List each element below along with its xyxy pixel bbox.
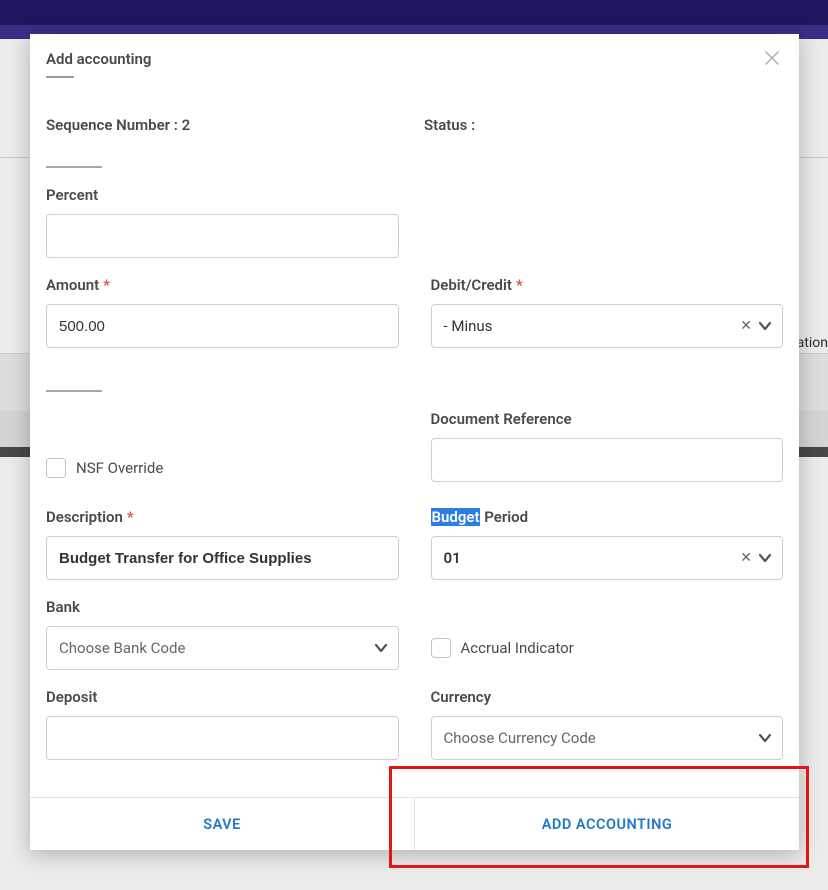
chevron-down-icon [758,321,772,331]
modal-body-scroll[interactable]: Percent Amount* Debit/Credit* - Minus ✕ [30,154,799,797]
deposit-label: Deposit [46,688,399,706]
nsf-override-checkbox[interactable] [46,458,66,478]
description-label: Description* [46,508,399,526]
add-accounting-button[interactable]: ADD ACCOUNTING [414,798,799,850]
budget-period-label: Budget Period [431,508,784,526]
budget-period-label-rest: Period [480,508,528,526]
budget-period-label-highlight: Budget [431,508,481,526]
description-input[interactable] [46,536,399,580]
close-icon[interactable] [765,50,783,68]
save-button[interactable]: SAVE [30,798,414,850]
status-label: Status : [424,116,475,134]
debit-credit-value: - Minus [444,317,493,335]
add-accounting-button-label: ADD ACCOUNTING [542,816,673,833]
modal-header: Add accounting [30,34,799,112]
chevron-down-icon [374,643,388,653]
required-asterisk: * [516,276,523,294]
currency-select[interactable]: Choose Currency Code [431,716,784,760]
modal-title-underline [46,76,74,78]
sequence-number: Sequence Number : 2 [46,116,424,134]
amount-label-text: Amount [46,276,99,294]
description-label-text: Description [46,508,123,526]
debit-credit-select[interactable]: - Minus ✕ [431,304,784,348]
document-reference-input[interactable] [431,438,784,482]
modal-footer: SAVE ADD ACCOUNTING [30,797,799,850]
percent-input[interactable] [46,214,399,258]
modal-subheader: Sequence Number : 2 Status : [46,116,783,134]
save-button-label: SAVE [203,816,241,833]
sequence-label: Sequence Number : [46,116,178,134]
clear-icon[interactable]: ✕ [740,318,752,334]
document-reference-label: Document Reference [431,410,784,428]
nsf-override-label: NSF Override [76,459,163,477]
budget-period-select[interactable]: 01 ✕ [431,536,784,580]
modal-title: Add accounting [46,50,783,68]
section-divider [46,390,102,392]
currency-label: Currency [431,688,784,706]
bank-placeholder: Choose Bank Code [59,639,185,657]
required-asterisk: * [127,508,134,526]
sequence-value: 2 [182,116,191,134]
chevron-down-icon [758,733,772,743]
budget-period-value: 01 [444,549,461,567]
amount-input[interactable] [46,304,399,348]
debit-credit-label-text: Debit/Credit [431,276,512,294]
bank-select[interactable]: Choose Bank Code [46,626,399,670]
percent-label: Percent [46,186,399,204]
add-accounting-modal: Add accounting Sequence Number : 2 Statu… [30,34,799,850]
required-asterisk: * [103,276,110,294]
accrual-indicator-checkbox[interactable] [431,638,451,658]
clear-icon[interactable]: ✕ [740,550,752,566]
amount-label: Amount* [46,276,399,294]
currency-placeholder: Choose Currency Code [444,729,596,747]
section-divider [46,166,102,168]
deposit-input[interactable] [46,716,399,760]
debit-credit-label: Debit/Credit* [431,276,784,294]
status: Status : [424,116,783,134]
chevron-down-icon [758,553,772,563]
accrual-indicator-label: Accrual Indicator [461,639,574,657]
bank-label: Bank [46,598,399,616]
